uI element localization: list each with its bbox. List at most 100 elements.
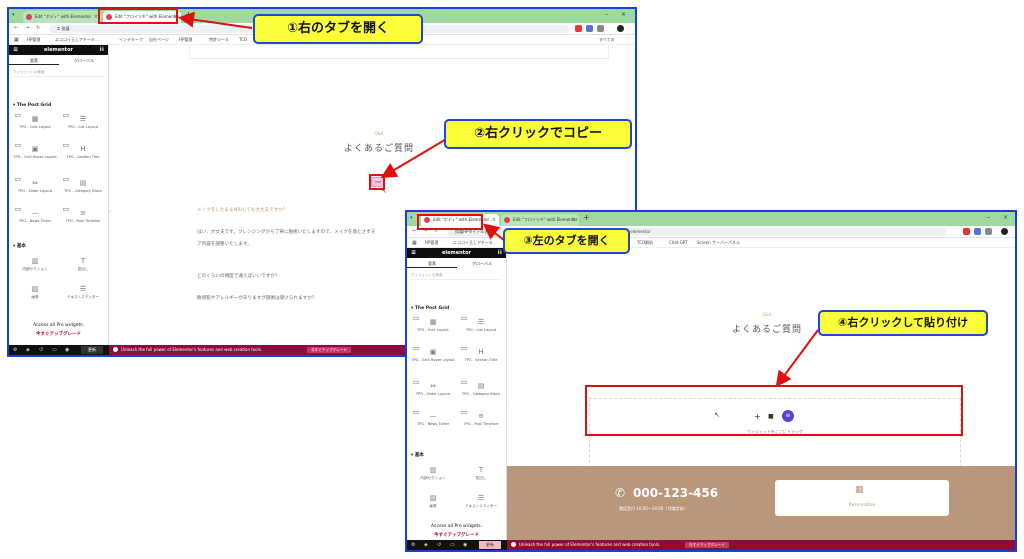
preview-eye-icon[interactable]: ◉ [463, 542, 467, 548]
promo-upgrade-button[interactable]: 今すぐアップグレード [307, 347, 351, 353]
widget-news-ticker[interactable]: — TPG - News Ticker [13, 207, 57, 229]
widget-search-input[interactable]: ウィジェットの検索 [13, 68, 104, 77]
settings-icon[interactable]: ⚙ [411, 542, 415, 548]
widget-slider-layout[interactable]: ⇔ TPG - Slider Layout [411, 380, 455, 402]
bookmark-item[interactable]: HP管理 [425, 240, 438, 246]
puzzle-icon[interactable] [597, 25, 604, 32]
bookmark-item[interactable]: Screen サーバーパネル [697, 240, 740, 246]
widget-heading[interactable]: T 見出し [459, 464, 503, 486]
section-basic[interactable]: ▾ 基本 [411, 452, 424, 458]
widget-list-layout[interactable]: ☰ TPG - List Layout [459, 316, 503, 338]
bookmark-item[interactable]: HP管理 [27, 37, 40, 43]
widget-post-timeline[interactable]: ≡ TPG - Post Timeline [459, 410, 503, 432]
widget-search-input[interactable]: ウィジェットの検索 [411, 271, 502, 280]
bookmark-item[interactable]: HP管理 [179, 37, 192, 43]
profile-avatar-icon[interactable] [1001, 228, 1008, 235]
upgrade-link[interactable]: 今すぐアップグレード [9, 331, 108, 337]
close-window-icon[interactable]: × [621, 11, 626, 18]
puzzle-icon[interactable] [985, 228, 992, 235]
tab-elements[interactable]: 要素 [9, 58, 59, 65]
bookmark-item[interactable]: 自社ページ [149, 37, 169, 43]
faq-question-2[interactable]: どのくらいの頻度で通えばいいですか？ [197, 273, 280, 279]
widget-heading[interactable]: T 見出し [61, 255, 105, 277]
back-icon[interactable]: ← [14, 25, 18, 31]
extension-icon[interactable] [974, 228, 981, 235]
history-icon[interactable]: ↺ [39, 347, 43, 353]
bookmark-item[interactable]: 特許ツール [209, 37, 229, 43]
widget-grid-layout[interactable]: ▦ TPG - Grid Layout [411, 316, 455, 338]
widget-text-editor[interactable]: ☰ テキストエディター [459, 492, 503, 514]
close-icon[interactable]: × [492, 214, 496, 226]
section-post-grid[interactable]: ▾ The Post Grid [13, 103, 51, 108]
youtube-extension-icon[interactable] [575, 25, 582, 32]
settings-icon[interactable]: ⚙ [13, 347, 17, 353]
reload-icon[interactable]: ↻ [36, 25, 40, 31]
reservation-button[interactable]: ▦ Reservation [775, 480, 949, 516]
history-icon[interactable]: ↺ [437, 542, 441, 548]
faq-question-1[interactable]: メイクをしたままMRIしても大丈夫ですか？ [197, 207, 288, 213]
back-icon[interactable]: ← [412, 228, 416, 234]
extension-icon[interactable] [586, 25, 593, 32]
widget-post-timeline[interactable]: ≡ TPG - Post Timeline [61, 207, 105, 229]
hamburger-icon[interactable]: ≡ [411, 248, 416, 258]
close-window-icon[interactable]: × [1003, 214, 1008, 221]
youtube-extension-icon[interactable] [963, 228, 970, 235]
bookmark-item[interactable]: TCO [239, 37, 247, 42]
profile-avatar-icon[interactable] [617, 25, 624, 32]
widget-image[interactable]: ▨ 画像 [411, 492, 455, 514]
tab-elements[interactable]: 要素 [407, 261, 457, 268]
section-post-grid[interactable]: ▾ The Post Grid [411, 306, 449, 311]
apps-grid-icon[interactable]: ⁞⁞ [99, 45, 104, 55]
hamburger-icon[interactable]: ≡ [13, 45, 18, 55]
update-button[interactable]: 更新 [81, 346, 103, 354]
widget-inner-section[interactable]: ▥ 内部セクション [411, 464, 455, 486]
widget-section-title[interactable]: H TPG - Section Title [459, 346, 503, 368]
bookmark-folder-all[interactable]: すべての [599, 37, 615, 43]
tab-faq-editor[interactable]: Edit "フロイツギ" with Elementor × [501, 214, 579, 226]
widget-category-block[interactable]: ▤ TPG - Category Block [61, 177, 105, 199]
widget-slider-layout[interactable]: ⇔ TPG - Slider Layout [13, 177, 57, 199]
widget-grid-hover-layout[interactable]: ▣ TPG - Grid Hover Layout [13, 143, 57, 165]
responsive-icon[interactable]: ▭ [52, 347, 57, 353]
close-icon[interactable]: × [572, 214, 576, 226]
tab-global[interactable]: グローバル [59, 58, 109, 64]
tab-search-icon[interactable]: ▾ [410, 215, 413, 221]
phone-number[interactable]: 000-123-456 [633, 486, 718, 500]
update-button[interactable]: 更新 [479, 541, 501, 549]
widget-image[interactable]: ▨ 画像 [13, 283, 57, 305]
bookmark-item[interactable]: TCO解析 [637, 240, 653, 246]
tab-global[interactable]: グローバル [457, 261, 507, 267]
preview-eye-icon[interactable]: ◉ [65, 347, 69, 353]
tab-search-icon[interactable]: ▾ [12, 12, 15, 18]
widget-news-ticker[interactable]: — TPG - News Ticker [411, 410, 455, 432]
apps-grid-icon[interactable]: ▦ [412, 240, 417, 246]
apps-grid-icon[interactable]: ▦ [14, 37, 19, 43]
forward-icon[interactable]: → [25, 25, 29, 31]
apps-grid-icon[interactable]: ⁞⁞ [497, 248, 502, 258]
upgrade-link[interactable]: 今すぐアップグレード [407, 532, 506, 538]
faq-question-3[interactable]: 敏感肌やアレルギーがありますが施術は受けられますか？ [197, 295, 316, 301]
minimize-icon[interactable]: – [605, 11, 608, 18]
widget-grid-hover-layout[interactable]: ▣ TPG - Grid Hover Layout [411, 346, 455, 368]
minimize-icon[interactable]: – [987, 214, 990, 221]
widget-section-title[interactable]: H TPG - Section Title [61, 143, 105, 165]
widget-inner-section[interactable]: ▥ 内部セクション [13, 255, 57, 277]
widget-category-block[interactable]: ▤ TPG - Category Block [459, 380, 503, 402]
widget-list-layout[interactable]: ☰ TPG - List Layout [61, 113, 105, 135]
new-tab-icon[interactable]: + [185, 10, 192, 19]
section-basic[interactable]: ▾ 基本 [13, 243, 26, 249]
bookmark-item[interactable]: Chat GPT [669, 240, 688, 245]
bookmark-item[interactable]: エココイ玉しアチーキ... [453, 240, 497, 246]
responsive-icon[interactable]: ▭ [450, 542, 455, 548]
widget-text-editor[interactable]: ☰ テキストエディター [61, 283, 105, 305]
tab-body-editor[interactable]: Edit "ボディ" with Elementor × [23, 11, 101, 23]
bookmark-item[interactable]: インデキーク [119, 37, 143, 43]
bookmark-item[interactable]: エココイ玉しアチーキ... [55, 37, 99, 43]
new-tab-icon[interactable]: + [583, 213, 590, 222]
widget-grid-layout[interactable]: ▦ TPG - Grid Layout [13, 113, 57, 135]
layers-icon[interactable]: ◈ [26, 347, 30, 353]
layers-icon[interactable]: ◈ [424, 542, 428, 548]
promo-upgrade-button[interactable]: 今すぐアップグレード [685, 542, 729, 548]
collapse-arrow-icon[interactable]: ‹ [109, 209, 111, 215]
collapse-arrow-icon[interactable]: ‹ [507, 402, 509, 408]
